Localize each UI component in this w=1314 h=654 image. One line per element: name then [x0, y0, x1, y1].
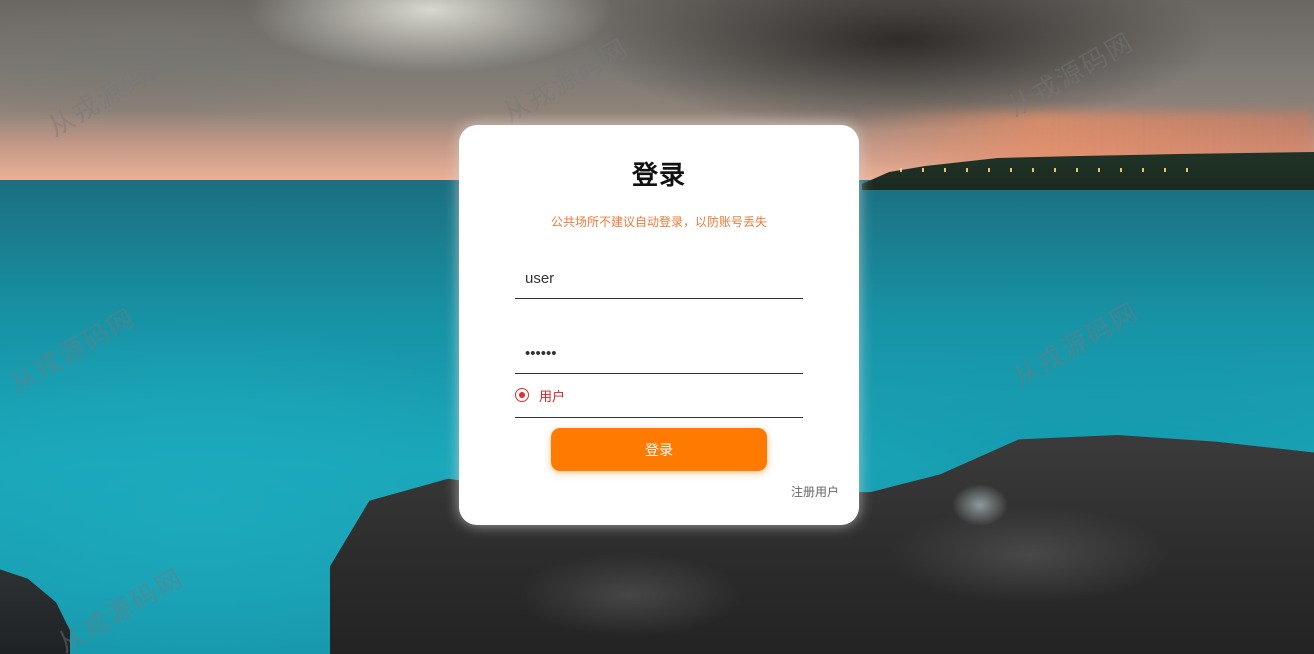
radio-selected-dot — [519, 392, 525, 398]
role-radio-user[interactable] — [515, 388, 529, 402]
role-label-user[interactable]: 用户 — [539, 386, 565, 405]
password-input[interactable] — [515, 333, 803, 373]
username-input[interactable] — [515, 258, 803, 298]
password-field — [515, 333, 803, 374]
username-field — [515, 258, 803, 299]
background-island-lights — [900, 168, 1200, 172]
login-tip: 公共场所不建议自动登录，以防账号丢失 — [550, 215, 767, 229]
register-link[interactable]: 注册用户 — [791, 483, 839, 500]
login-title: 登录 — [631, 161, 686, 191]
background-foam — [940, 470, 1020, 540]
login-page: 从戎源码网 从戎源码网 从戎源码网 从戎源码网 从戎源码网 从戎源码网 登录 公… — [0, 0, 1314, 654]
login-card: 登录 公共场所不建议自动登录，以防账号丢失 用户 登录 注册用户 — [459, 125, 859, 525]
role-selector: 用户 — [515, 383, 803, 418]
login-button[interactable]: 登录 — [551, 428, 767, 471]
